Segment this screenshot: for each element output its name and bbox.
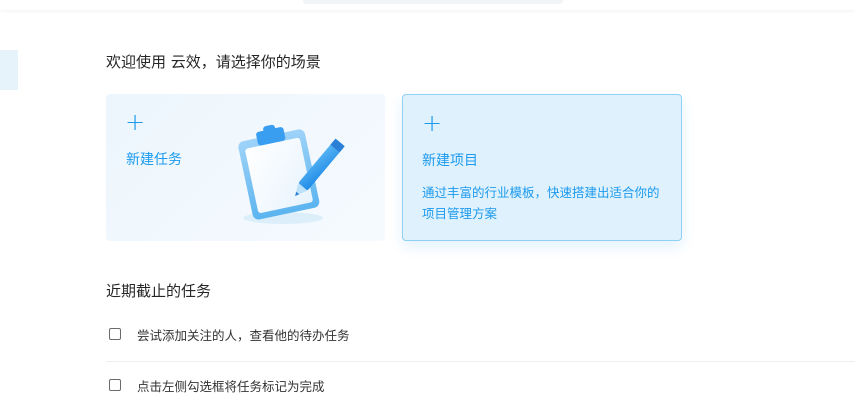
new-task-title: 新建任务 (126, 152, 182, 168)
clipboard-pencil-icon (238, 124, 345, 224)
welcome-heading: 欢迎使用 云效，请选择你的场景 (106, 53, 321, 71)
task-text: 尝试添加关注的人，查看他的待办任务 (137, 327, 350, 343)
new-task-card[interactable]: + 新建任务 (106, 94, 385, 241)
sidebar-active-indicator (0, 50, 18, 90)
task-text: 点击左侧勾选框将任务标记为完成 (137, 378, 325, 394)
page: 欢迎使用 云效，请选择你的场景 + 新建任务 + 新建项目 通过丰富的行业模板，… (0, 0, 855, 407)
task-row[interactable]: 尝试添加关注的人，查看他的待办任务 (106, 316, 855, 352)
task-checkbox[interactable] (109, 379, 121, 391)
new-project-card[interactable]: + 新建项目 通过丰富的行业模板，快速搭建出适合你的项目管理方案 (402, 94, 682, 241)
new-project-description: 通过丰富的行业模板，快速搭建出适合你的项目管理方案 (422, 185, 660, 221)
task-row[interactable]: 点击左侧勾选框将任务标记为完成 (106, 367, 855, 403)
task-checkbox[interactable] (109, 328, 121, 340)
top-search-bar[interactable] (303, 0, 563, 4)
plus-icon: + (125, 108, 146, 136)
task-divider (106, 361, 855, 362)
recent-tasks-heading: 近期截止的任务 (106, 282, 212, 300)
new-project-title: 新建项目 (422, 153, 478, 169)
top-bar (0, 0, 855, 10)
plus-icon: + (422, 109, 443, 137)
